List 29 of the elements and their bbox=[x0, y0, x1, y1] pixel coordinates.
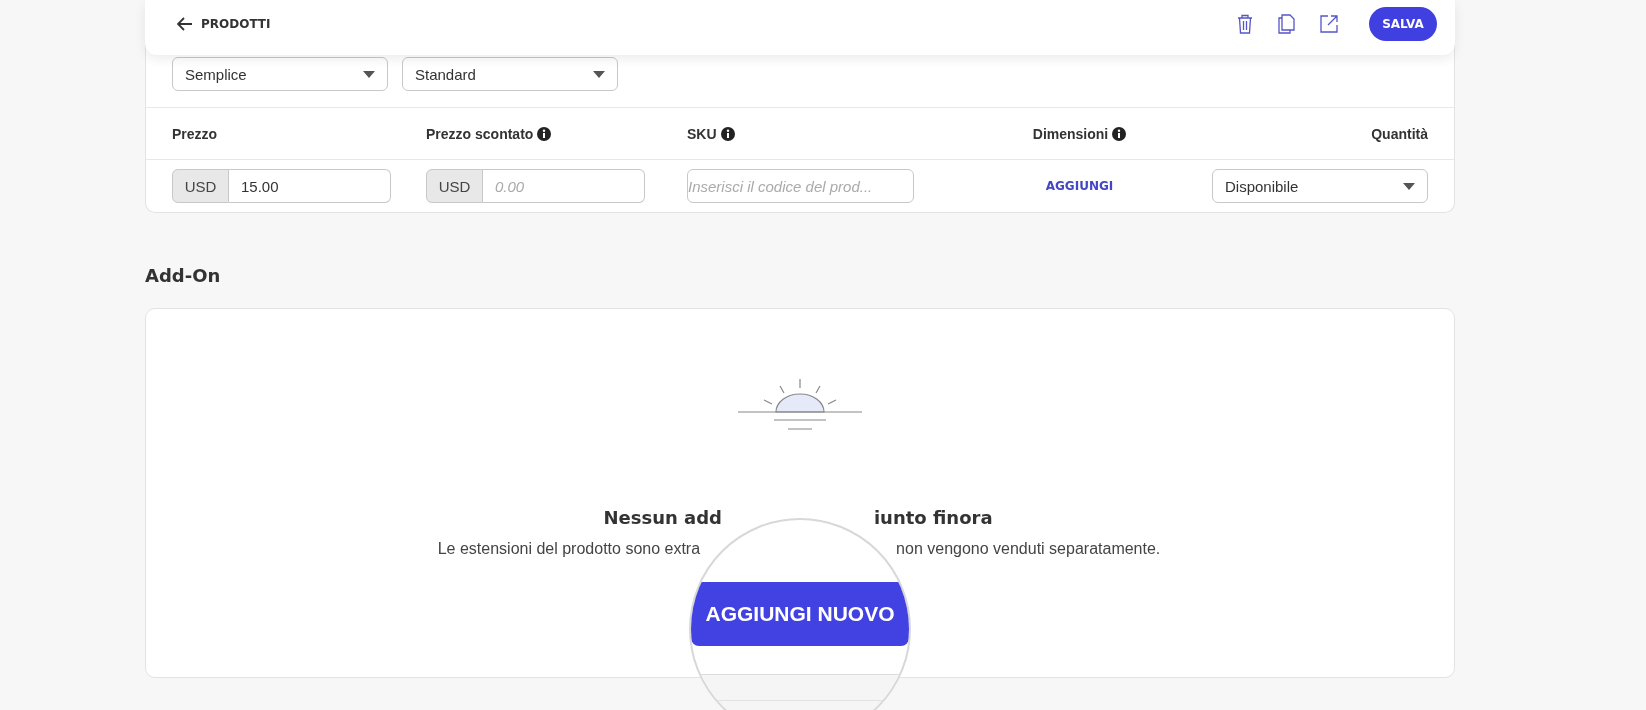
currency-prefix: USD bbox=[426, 169, 483, 203]
add-link[interactable]: AGGIUNGI bbox=[1045, 179, 1114, 193]
column-header: Dimensioni bbox=[1032, 125, 1109, 142]
dropdown[interactable]: Standard bbox=[402, 57, 618, 91]
empty-state-text: non vengono venduti separatamente. bbox=[896, 540, 1161, 558]
column-header: SKU bbox=[687, 125, 717, 142]
column-header: Prezzo scontato bbox=[426, 125, 534, 142]
price-field[interactable]: 15.00 bbox=[229, 169, 391, 203]
section-title: Add-On bbox=[145, 265, 222, 286]
column-header: Quantità bbox=[1371, 125, 1428, 142]
arrow-left-icon bbox=[177, 16, 193, 31]
copy-icon[interactable] bbox=[1276, 11, 1297, 36]
caret-icon bbox=[593, 70, 605, 78]
back-button[interactable]: PRODOTTI bbox=[175, 14, 273, 33]
external-link-icon[interactable] bbox=[1318, 12, 1340, 35]
dropdown[interactable]: Disponibile bbox=[1212, 169, 1428, 203]
add-new-button[interactable]: AGGIUNGI NUOVO bbox=[691, 582, 909, 646]
caret-icon bbox=[363, 70, 375, 78]
empty-state-title: Nessun add bbox=[603, 507, 722, 528]
empty-state-text: Le estensioni del prodotto sono extra bbox=[437, 540, 701, 558]
sku-field[interactable]: Inserisci il codice del prod... bbox=[687, 169, 914, 203]
empty-state-title: iunto finora bbox=[873, 507, 993, 528]
column-header: Prezzo bbox=[172, 125, 218, 142]
caret-icon bbox=[1403, 182, 1415, 190]
price-field[interactable]: 0.00 bbox=[483, 169, 645, 203]
dropdown[interactable]: Semplice bbox=[172, 57, 388, 91]
sunset-icon bbox=[738, 379, 862, 433]
currency-prefix: USD bbox=[172, 169, 229, 203]
save-button[interactable]: SALVA bbox=[1369, 6, 1437, 41]
